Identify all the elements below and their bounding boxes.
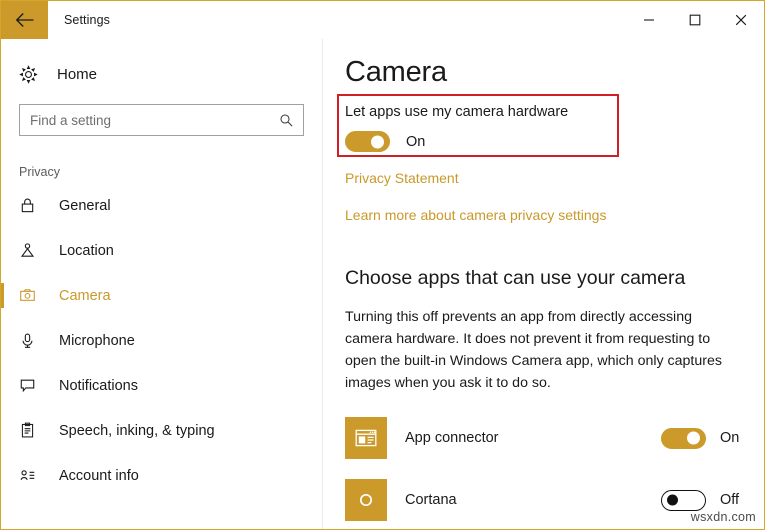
sidebar-item-location[interactable]: Location bbox=[1, 228, 322, 273]
location-pin-icon bbox=[19, 242, 49, 259]
camera-icon bbox=[19, 287, 49, 304]
app-connector-toggle[interactable] bbox=[661, 428, 706, 449]
learn-more-link[interactable]: Learn more about camera privacy settings bbox=[345, 207, 606, 223]
app-toggle-wrap: On bbox=[661, 428, 764, 449]
toggle-knob bbox=[687, 432, 700, 445]
sidebar-item-label: Microphone bbox=[49, 333, 135, 349]
search-input[interactable] bbox=[20, 113, 279, 128]
page-title: Camera bbox=[345, 56, 764, 89]
toggle-knob bbox=[667, 495, 678, 506]
watermark: wsxdn.com bbox=[691, 510, 756, 524]
sidebar-group-title: Privacy bbox=[1, 165, 322, 179]
settings-window: Settings bbox=[0, 0, 765, 530]
cortana-ring-icon bbox=[345, 479, 387, 521]
window-controls bbox=[626, 1, 764, 39]
privacy-statement-link[interactable]: Privacy Statement bbox=[345, 170, 459, 186]
microphone-icon bbox=[19, 332, 49, 349]
sidebar-item-label: Camera bbox=[49, 288, 111, 304]
sidebar-item-label: General bbox=[49, 198, 111, 214]
section-description: Turning this off prevents an app from di… bbox=[345, 306, 743, 394]
toggle-knob bbox=[371, 135, 384, 148]
title-bar: Settings bbox=[1, 1, 764, 39]
app-connector-icon bbox=[345, 417, 387, 459]
sidebar-item-label: Notifications bbox=[49, 378, 138, 394]
window-title: Settings bbox=[48, 1, 626, 39]
app-name: Cortana bbox=[387, 492, 661, 508]
close-button[interactable] bbox=[718, 1, 764, 39]
clipboard-icon bbox=[19, 422, 49, 439]
minimize-button[interactable] bbox=[626, 1, 672, 39]
contact-card-icon bbox=[19, 467, 49, 484]
sidebar-item-label: Speech, inking, & typing bbox=[49, 423, 215, 439]
sidebar-item-label: Location bbox=[49, 243, 114, 259]
sidebar-item-account-info[interactable]: Account info bbox=[1, 453, 322, 498]
app-toggle-state: On bbox=[706, 430, 750, 446]
speech-bubble-icon bbox=[19, 377, 49, 394]
sidebar: Home Privacy bbox=[1, 39, 323, 529]
back-arrow-icon bbox=[15, 12, 35, 28]
app-toggle-state: Off bbox=[706, 492, 750, 508]
cortana-toggle[interactable] bbox=[661, 490, 706, 511]
maximize-icon bbox=[689, 14, 701, 26]
maximize-button[interactable] bbox=[672, 1, 718, 39]
gear-icon bbox=[19, 65, 49, 84]
sidebar-item-label: Account info bbox=[49, 468, 139, 484]
minimize-icon bbox=[643, 14, 655, 26]
app-row: App connector On bbox=[323, 407, 764, 469]
sidebar-item-general[interactable]: General bbox=[1, 183, 322, 228]
sidebar-item-microphone[interactable]: Microphone bbox=[1, 318, 322, 363]
sidebar-item-home[interactable]: Home bbox=[1, 57, 322, 91]
search-icon bbox=[279, 113, 303, 128]
lock-icon bbox=[19, 197, 49, 214]
master-toggle-state: On bbox=[390, 134, 425, 150]
close-icon bbox=[735, 14, 747, 26]
sidebar-home-label: Home bbox=[49, 66, 97, 83]
section-heading: Choose apps that can use your camera bbox=[345, 267, 685, 290]
search-box[interactable] bbox=[19, 104, 304, 136]
back-button[interactable] bbox=[1, 1, 48, 39]
camera-hardware-toggle[interactable] bbox=[345, 131, 390, 152]
master-setting-label: Let apps use my camera hardware bbox=[345, 104, 568, 120]
main-content: Camera Let apps use my camera hardware O… bbox=[323, 39, 764, 529]
app-toggle-wrap: Off bbox=[661, 490, 764, 511]
master-setting-row: On bbox=[345, 131, 425, 152]
app-name: App connector bbox=[387, 430, 661, 446]
sidebar-item-speech-inking-typing[interactable]: Speech, inking, & typing bbox=[1, 408, 322, 453]
sidebar-item-notifications[interactable]: Notifications bbox=[1, 363, 322, 408]
sidebar-item-camera[interactable]: Camera bbox=[1, 273, 322, 318]
